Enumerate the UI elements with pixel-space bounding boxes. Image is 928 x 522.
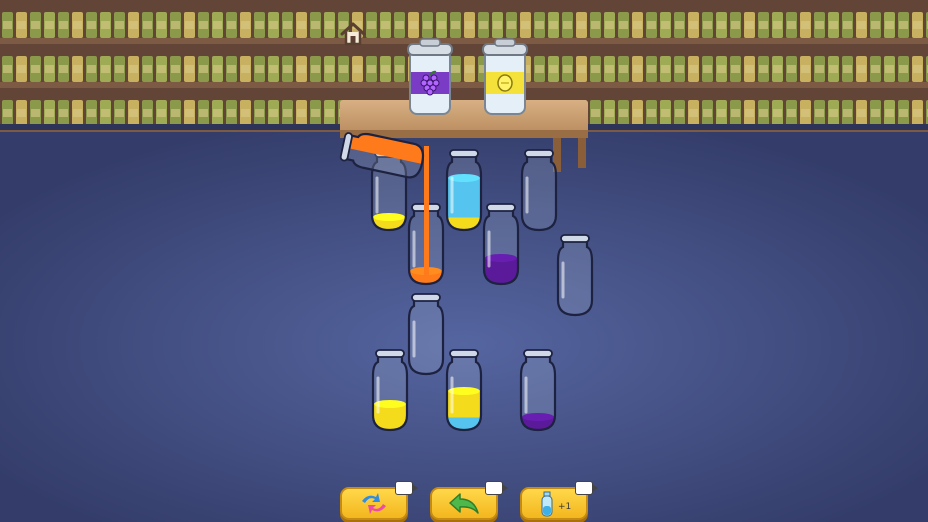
liquid-layer	[373, 416, 407, 430]
bottle-rim	[524, 149, 554, 158]
add-bottle-button[interactable]: +1	[520, 481, 598, 520]
game-scene: +1	[0, 0, 928, 522]
bottle-rim	[375, 349, 405, 358]
bottle[interactable]	[445, 149, 483, 232]
undo-button[interactable]	[430, 481, 508, 520]
bottle-rim	[449, 149, 479, 158]
svg-text:+1: +1	[558, 502, 571, 512]
bottle[interactable]	[519, 349, 557, 432]
video-ad-icon	[395, 481, 418, 495]
liquid-layer	[447, 416, 481, 430]
bottle[interactable]	[482, 203, 520, 286]
bottle[interactable]	[520, 149, 558, 232]
bottle[interactable]	[445, 349, 483, 432]
bottle-rim	[486, 203, 516, 212]
liquid-layer	[447, 216, 481, 230]
liquid-layer	[484, 270, 518, 284]
bottle[interactable]	[371, 349, 409, 432]
bottle-rim	[411, 293, 441, 302]
video-ad-icon	[575, 481, 598, 495]
liquid-surface	[373, 213, 405, 221]
bottle[interactable]	[407, 293, 445, 376]
bottle-rim	[560, 234, 590, 243]
bottle[interactable]	[556, 234, 594, 317]
bottle-rim	[523, 349, 553, 358]
shuffle-button[interactable]	[340, 481, 418, 520]
liquid-surface	[522, 413, 554, 421]
video-ad-icon	[485, 481, 508, 495]
bottle-area	[339, 130, 594, 432]
bottle-rim	[449, 349, 479, 358]
pour-stream	[424, 146, 429, 275]
